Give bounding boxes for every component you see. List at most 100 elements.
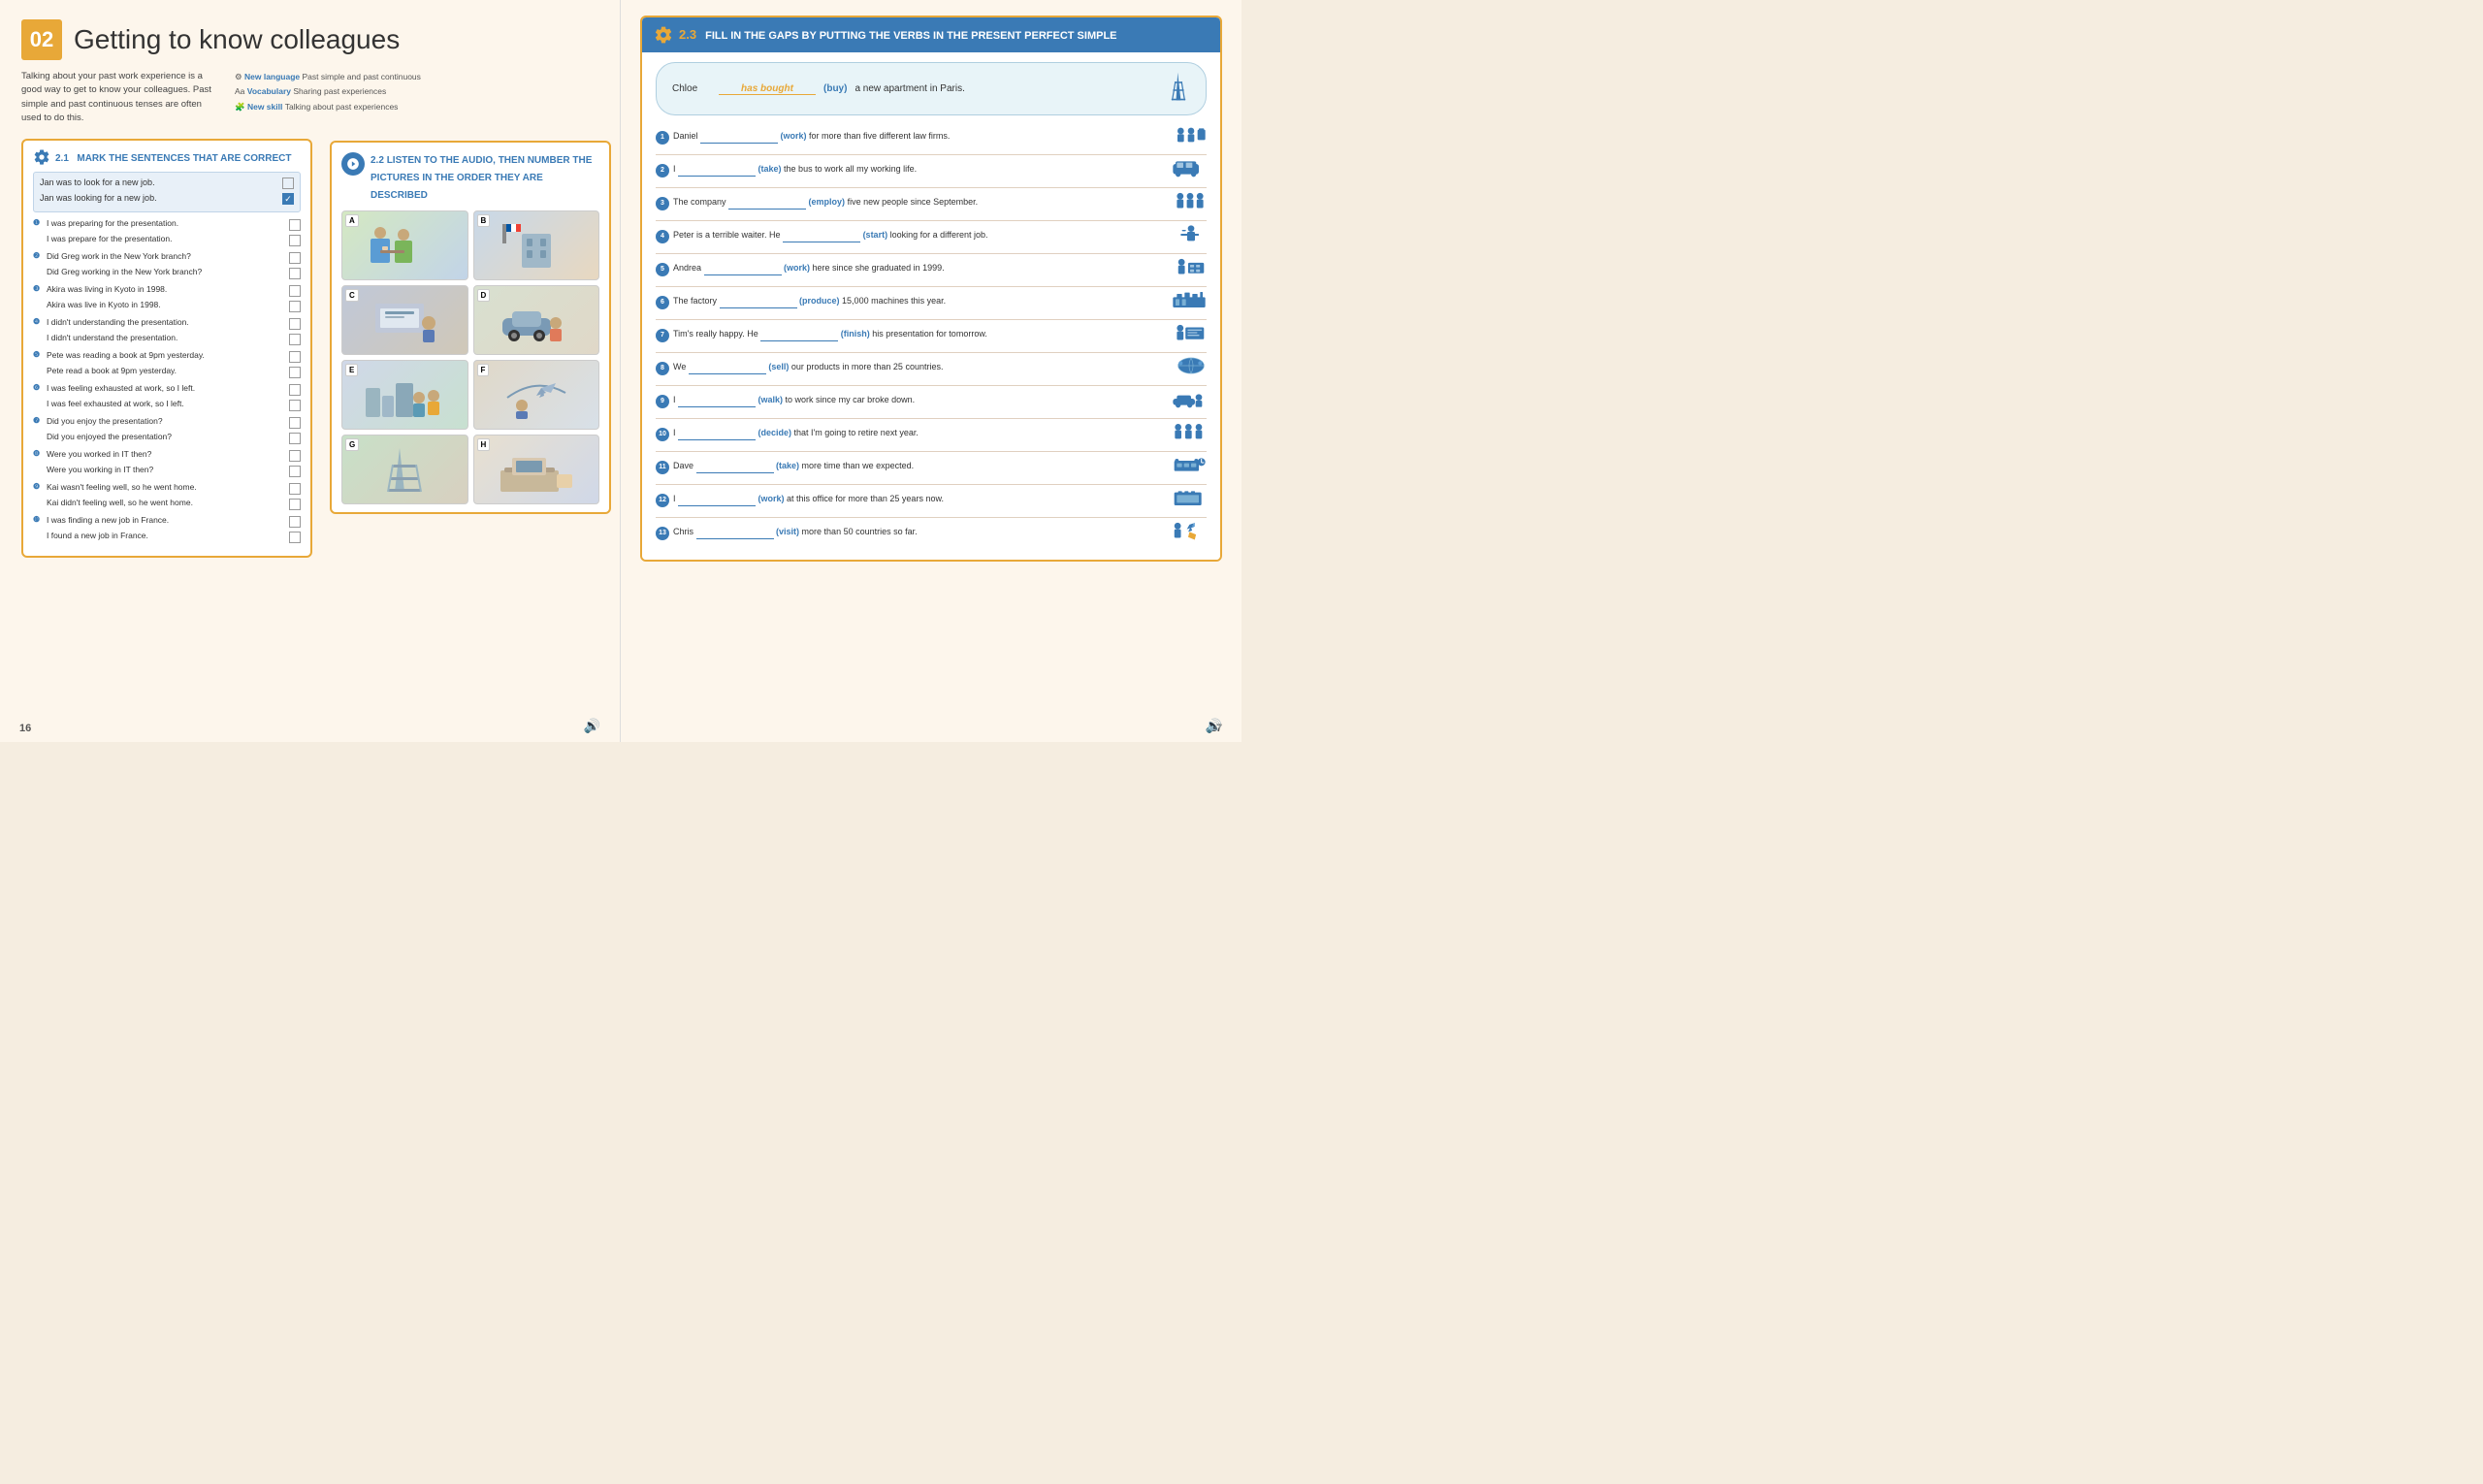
ex-blank-5[interactable] [704, 263, 782, 275]
intro-section: Talking about your past work experience … [21, 70, 598, 125]
image-H: H [473, 435, 600, 504]
ex-icon-11 [1172, 455, 1207, 479]
checkbox-example-2[interactable]: ✓ [282, 193, 294, 205]
cb-2a[interactable] [289, 252, 301, 264]
ex-blank-3[interactable] [728, 197, 806, 210]
section-22-header: 2.2 LISTEN TO THE AUDIO, THEN NUMBER THE… [341, 150, 599, 203]
checkbox-example-1[interactable] [282, 177, 294, 189]
new-skill-row: 🧩 New skill Talking about past experienc… [235, 100, 421, 114]
cb-10a[interactable] [289, 516, 301, 528]
intro-meta: ⚙ New language Past simple and past cont… [235, 70, 421, 125]
left-page: 02 Getting to know colleagues Talking ab… [0, 0, 621, 742]
ex-text-6: The factory (produce) 15,000 machines th… [673, 296, 1164, 308]
ex-blank-4[interactable] [783, 230, 860, 242]
section-23-box: 2.3 FILL IN THE GAPS BY PUTTING THE VERB… [640, 16, 1222, 562]
example-rest: a new apartment in Paris. [855, 83, 964, 94]
sentence-pair-7: ❼ Did you enjoy the presentation? Did yo… [33, 416, 301, 444]
cb-5b[interactable] [289, 367, 301, 378]
scene-C-svg [361, 294, 448, 347]
cb-8b[interactable] [289, 466, 301, 477]
cb-6a[interactable] [289, 384, 301, 396]
cb-7a[interactable] [289, 417, 301, 429]
section-23-inner: Chloe has bought (buy) a new apartment i… [642, 52, 1220, 560]
image-label-H: H [477, 438, 491, 451]
image-label-D: D [477, 289, 491, 302]
exercise-row-6: 6 The factory (produce) 15,000 machines … [656, 290, 1207, 314]
cb-3b[interactable] [289, 301, 301, 312]
ex-text-4: Peter is a terrible waiter. He (start) l… [673, 230, 1168, 242]
cb-4b[interactable] [289, 334, 301, 345]
exercise-row-8: 8 We (sell) our products in more than 25… [656, 356, 1207, 380]
scene-E-svg [361, 369, 448, 422]
ex-num-6: 6 [656, 296, 669, 309]
ex-icon-8 [1176, 356, 1207, 380]
scene-D-svg [493, 294, 580, 347]
chapter-number: 02 [21, 19, 62, 60]
ex-blank-1[interactable] [700, 131, 778, 144]
cb-8a[interactable] [289, 450, 301, 462]
ex-num-11: 11 [656, 461, 669, 474]
section-23-header: 2.3 FILL IN THE GAPS BY PUTTING THE VERB… [642, 17, 1220, 52]
ex-blank-2[interactable] [678, 164, 756, 177]
ex-text-9: I (walk) to work since my car broke down… [673, 395, 1164, 407]
ex-icon-5 [1174, 257, 1207, 281]
ex-blank-10[interactable] [678, 428, 756, 440]
sentence-pair-5: ❺ Pete was reading a book at 9pm yesterd… [33, 350, 301, 378]
ex-blank-9[interactable] [678, 395, 756, 407]
ex-num-13: 13 [656, 527, 669, 540]
sentence-pair-3: ❸ Akira was living in Kyoto in 1998. Aki… [33, 284, 301, 312]
example-item-2: Jan was looking for a new job. ✓ [40, 192, 294, 205]
ex-text-5: Andrea (work) here since she graduated i… [673, 263, 1166, 275]
cb-4a[interactable] [289, 318, 301, 330]
image-G: G [341, 435, 468, 504]
ex-blank-6[interactable] [720, 296, 797, 308]
image-E: E [341, 360, 468, 430]
example-box: Jan was to look for a new job. Jan was l… [33, 172, 301, 212]
scene-H-svg [493, 443, 580, 497]
image-B: B [473, 210, 600, 280]
cb-9b[interactable] [289, 499, 301, 510]
cb-2b[interactable] [289, 268, 301, 279]
ex-num-7: 7 [656, 329, 669, 342]
cb-9a[interactable] [289, 483, 301, 495]
ex-icon-12 [1172, 488, 1207, 512]
cb-5a[interactable] [289, 351, 301, 363]
intro-text: Talking about your past work experience … [21, 70, 215, 125]
chapter-header: 02 Getting to know colleagues [21, 19, 598, 60]
ex-blank-11[interactable] [696, 461, 774, 473]
exercise-row-11: 11 Dave (take) more time than we expecte… [656, 455, 1207, 479]
example-answer: has bought [719, 83, 816, 95]
ex-blank-8[interactable] [689, 362, 766, 374]
cb-1b[interactable] [289, 235, 301, 246]
sentence-pair-6: ❻ I was feeling exhausted at work, so I … [33, 383, 301, 411]
image-label-G: G [345, 438, 359, 451]
image-grid: A B [341, 210, 599, 504]
exercise-row-9: 9 I (walk) to work since my car broke do… [656, 389, 1207, 413]
audio-icon-right[interactable]: 🔊 [1206, 718, 1222, 734]
exercise-row-1: 1 Daniel (work) for more than five diffe… [656, 125, 1207, 149]
ex-icon-10 [1172, 422, 1207, 446]
example-row: Chloe has bought (buy) a new apartment i… [656, 62, 1207, 115]
new-language-value: Past simple and past continuous [303, 72, 421, 81]
ex-blank-13[interactable] [696, 527, 774, 539]
cb-3a[interactable] [289, 285, 301, 297]
cb-1a[interactable] [289, 219, 301, 231]
ex-blank-12[interactable] [678, 494, 756, 506]
ex-num-10: 10 [656, 428, 669, 441]
cb-6b[interactable] [289, 400, 301, 411]
example-name: Chloe [672, 83, 711, 94]
ex-text-7: Tim's really happy. He (finish) his pres… [673, 329, 1166, 341]
scene-B-svg [493, 219, 580, 273]
exercise-row-5: 5 Andrea (work) here since she graduated… [656, 257, 1207, 281]
eiffel-icon [1167, 71, 1190, 107]
ex-text-1: Daniel (work) for more than five differe… [673, 131, 1168, 144]
image-label-B: B [477, 214, 491, 227]
audio-icon-left[interactable]: 🔊 [584, 718, 600, 734]
example-item-1: Jan was to look for a new job. [40, 177, 294, 189]
ex-blank-7[interactable] [760, 329, 838, 341]
cb-10b[interactable] [289, 532, 301, 543]
sentence-pair-2: ❷ Did Greg work in the New York branch? … [33, 251, 301, 279]
section-22-container: 2.2 LISTEN TO THE AUDIO, THEN NUMBER THE… [330, 141, 611, 514]
cb-7b[interactable] [289, 433, 301, 444]
section-22-num-title: 2.2 LISTEN TO THE AUDIO, THEN NUMBER THE… [371, 150, 599, 203]
